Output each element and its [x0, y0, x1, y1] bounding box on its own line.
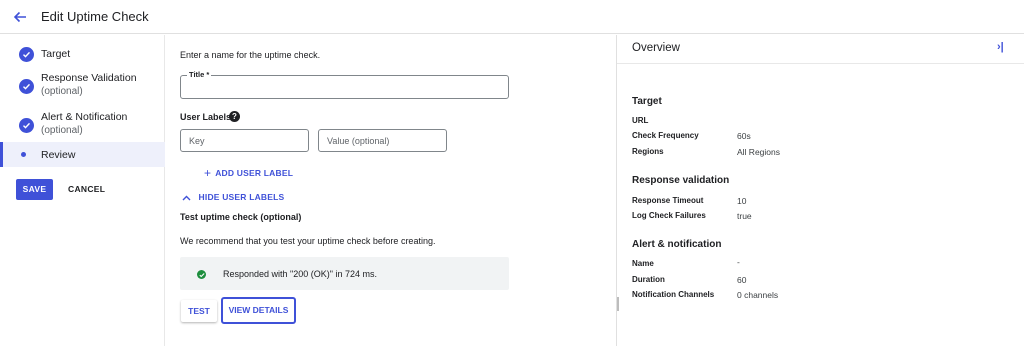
overview-value: 60s: [737, 131, 751, 141]
step-optional: (optional): [41, 125, 83, 136]
view-details-button[interactable]: VIEW DETAILS: [221, 297, 296, 324]
step-title: Alert & Notification: [41, 111, 128, 123]
overview-section-target: Target: [632, 96, 662, 107]
step-label: Review: [41, 149, 76, 161]
hide-user-labels-button[interactable]: HIDE USER LABELS: [182, 190, 284, 204]
page-title: Edit Uptime Check: [41, 9, 149, 24]
overview-key: Notification Channels: [632, 290, 715, 299]
test-result-text: Responded with "200 (OK)" in 724 ms.: [223, 269, 377, 279]
chevron-up-icon: [182, 190, 195, 204]
overview-key: Regions: [632, 147, 664, 156]
title-instruction: Enter a name for the uptime check.: [180, 50, 321, 60]
overview-key: URL: [632, 116, 649, 125]
overview-value: 10: [737, 196, 747, 206]
step-alert-notification[interactable]: Alert & Notification (optional): [0, 110, 165, 138]
help-icon[interactable]: ?: [229, 111, 240, 122]
overview-value: All Regions: [737, 147, 780, 157]
test-heading: Test uptime check (optional): [180, 212, 302, 222]
step-title: Response Validation: [41, 72, 137, 84]
active-indicator: [0, 142, 3, 167]
overview-key: Log Check Failures: [632, 211, 706, 220]
check-circle-icon: [19, 79, 34, 94]
title-field-label: Title *: [187, 70, 212, 79]
stepper-nav: Target Response Validation (optional) Al…: [0, 35, 165, 346]
overview-header: Overview ›|: [617, 35, 1024, 64]
overview-section-response: Response validation: [632, 175, 730, 186]
label-value-field[interactable]: [318, 129, 447, 152]
overview-value: 60: [737, 275, 747, 285]
success-check-icon: [197, 270, 206, 279]
overview-value: true: [737, 211, 752, 221]
top-header: Edit Uptime Check: [0, 0, 1024, 34]
step-response-validation[interactable]: Response Validation (optional): [0, 71, 165, 99]
overview-key: Duration: [632, 275, 665, 284]
step-review[interactable]: Review: [0, 142, 165, 167]
add-user-label-text: ADD USER LABEL: [215, 168, 294, 178]
step-optional: (optional): [41, 86, 83, 97]
overview-title: Overview: [632, 42, 680, 54]
hide-user-labels-text: HIDE USER LABELS: [198, 192, 285, 202]
test-button[interactable]: TEST: [181, 300, 217, 322]
title-field[interactable]: Title *: [180, 70, 509, 99]
label-key-input[interactable]: [181, 130, 308, 151]
check-circle-icon: [19, 47, 34, 62]
user-labels-heading: User Labels: [180, 112, 232, 122]
check-circle-icon: [19, 118, 34, 133]
test-recommendation: We recommend that you test your uptime c…: [180, 236, 436, 246]
cancel-button[interactable]: CANCEL: [68, 179, 105, 200]
add-user-label-button[interactable]: + ADD USER LABEL: [204, 166, 293, 180]
overview-value: 0 channels: [737, 290, 779, 300]
test-result-banner: Responded with "200 (OK)" in 724 ms.: [180, 257, 509, 290]
step-target[interactable]: Target: [0, 45, 165, 65]
back-arrow-icon[interactable]: [10, 7, 30, 27]
review-form: Enter a name for the uptime check. Title…: [166, 35, 616, 346]
plus-icon: +: [204, 166, 212, 180]
step-label: Target: [41, 48, 71, 60]
overview-key: Name: [632, 259, 654, 268]
overview-panel: Overview ›| Target URL Check Frequency 6…: [616, 35, 1024, 346]
overview-value: -: [737, 257, 740, 267]
collapse-panel-icon[interactable]: ›|: [997, 41, 1013, 57]
overview-key: Response Timeout: [632, 196, 704, 205]
overview-key: Check Frequency: [632, 131, 699, 140]
overview-section-alert: Alert & notification: [632, 239, 722, 250]
label-key-field[interactable]: [180, 129, 309, 152]
label-value-input[interactable]: [319, 130, 446, 151]
current-step-dot-icon: [21, 152, 26, 157]
step-label: Alert & Notification (optional): [41, 111, 127, 137]
step-label: Response Validation (optional): [41, 72, 137, 98]
save-button[interactable]: SAVE: [16, 179, 53, 200]
